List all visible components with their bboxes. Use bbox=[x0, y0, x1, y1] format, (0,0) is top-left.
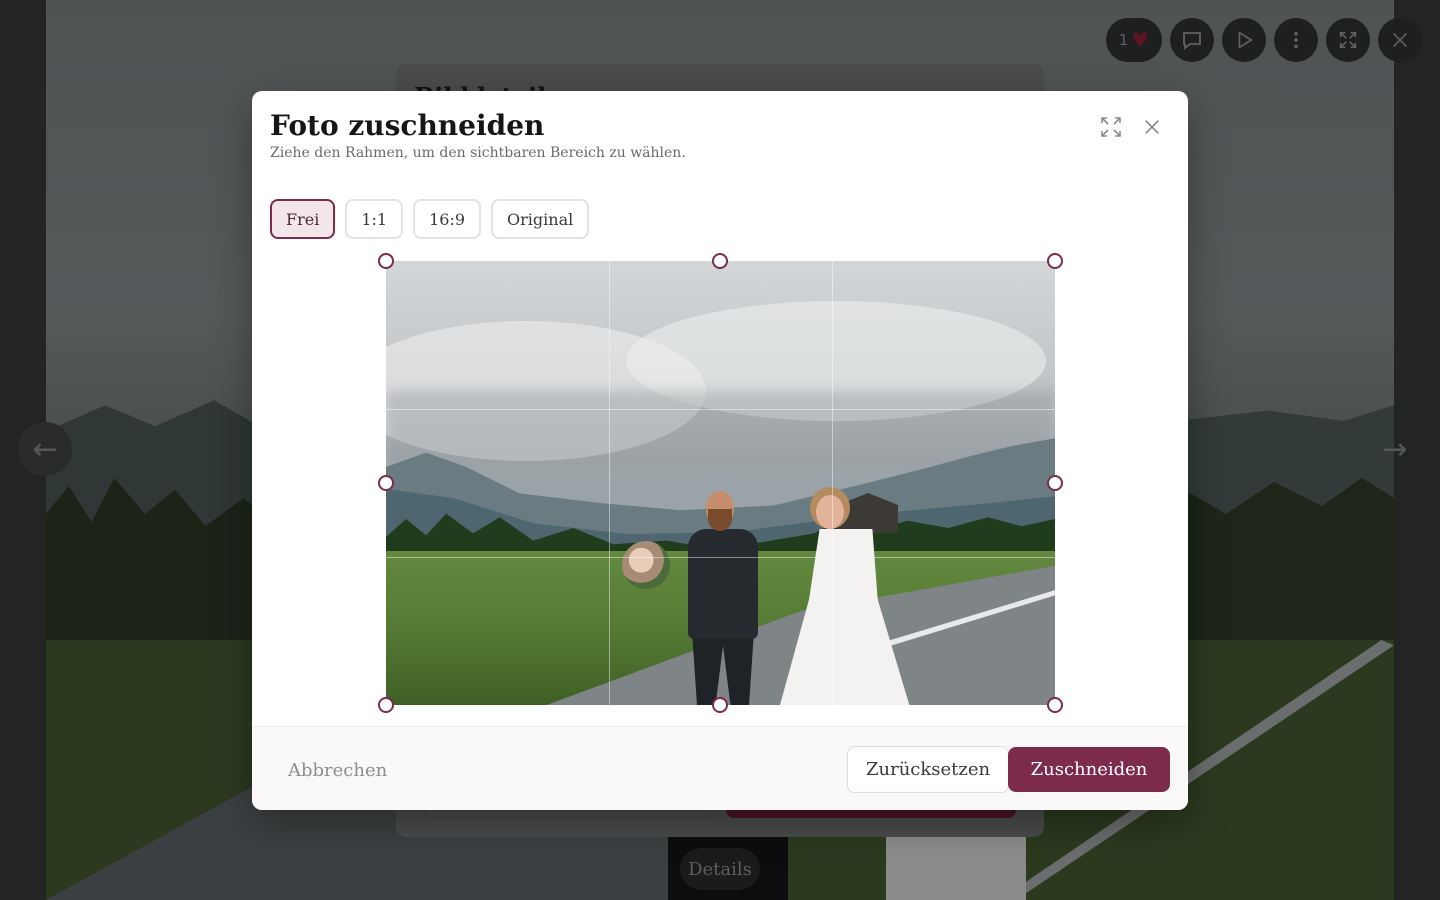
arrow-left-icon: ← bbox=[32, 431, 58, 467]
crop-photo bbox=[386, 261, 1055, 705]
comment-icon bbox=[1183, 32, 1201, 50]
crop-handle-bottom-left[interactable] bbox=[378, 697, 394, 713]
expand-icon bbox=[1101, 117, 1121, 137]
reset-button[interactable]: Zurücksetzen bbox=[847, 746, 1010, 793]
lightbox-toolbar: 1 ♥ bbox=[1106, 18, 1422, 62]
ratio-free-button[interactable]: Frei bbox=[270, 199, 336, 239]
expand-icon bbox=[1339, 31, 1357, 49]
close-icon bbox=[1144, 119, 1160, 135]
crop-handle-left[interactable] bbox=[378, 475, 394, 491]
next-photo-button[interactable]: → bbox=[1368, 422, 1422, 476]
dialog-title: Foto zuschneiden bbox=[270, 109, 545, 142]
details-button[interactable]: Details bbox=[680, 848, 760, 890]
dialog-footer: Abbrechen Zurücksetzen Zuschneiden bbox=[252, 726, 1188, 810]
play-icon bbox=[1238, 31, 1253, 49]
crop-handle-bottom-right[interactable] bbox=[1047, 697, 1063, 713]
previous-photo-button[interactable]: ← bbox=[18, 422, 72, 476]
crop-grid-line bbox=[832, 261, 833, 705]
cancel-button[interactable]: Abbrechen bbox=[270, 749, 405, 791]
lightbox-close-button[interactable] bbox=[1378, 18, 1422, 62]
aspect-ratio-selector: Frei 1:1 16:9 Original bbox=[270, 199, 590, 239]
like-count: 1 bbox=[1118, 31, 1129, 49]
dialog-close-button[interactable] bbox=[1136, 111, 1168, 143]
close-icon bbox=[1392, 32, 1408, 48]
crop-handle-top[interactable] bbox=[712, 253, 728, 269]
lightbox-fullscreen-button[interactable] bbox=[1326, 18, 1370, 62]
heart-icon: ♥ bbox=[1131, 28, 1150, 52]
crop-handle-bottom[interactable] bbox=[712, 697, 728, 713]
crop-handle-right[interactable] bbox=[1047, 475, 1063, 491]
ratio-original-button[interactable]: Original bbox=[491, 199, 590, 239]
crop-handle-top-right[interactable] bbox=[1047, 253, 1063, 269]
dialog-fullscreen-button[interactable] bbox=[1095, 111, 1127, 143]
comment-button[interactable] bbox=[1170, 18, 1214, 62]
crop-photo-dialog: Foto zuschneiden Ziehe den Rahmen, um de… bbox=[252, 91, 1188, 810]
like-button[interactable]: 1 ♥ bbox=[1106, 18, 1162, 62]
crop-grid-line bbox=[386, 409, 1055, 410]
crop-handle-top-left[interactable] bbox=[378, 253, 394, 269]
crop-area[interactable] bbox=[378, 253, 1063, 713]
crop-grid-line bbox=[609, 261, 610, 705]
ratio-16-9-button[interactable]: 16:9 bbox=[413, 199, 482, 239]
arrow-right-icon: → bbox=[1382, 431, 1408, 467]
dialog-subtitle: Ziehe den Rahmen, um den sichtbaren Bere… bbox=[270, 145, 686, 161]
crop-apply-button[interactable]: Zuschneiden bbox=[1008, 747, 1170, 792]
crop-grid-line bbox=[386, 557, 1055, 558]
more-button[interactable] bbox=[1274, 18, 1318, 62]
ratio-1-1-button[interactable]: 1:1 bbox=[345, 199, 404, 239]
more-vertical-icon bbox=[1294, 31, 1298, 49]
slideshow-button[interactable] bbox=[1222, 18, 1266, 62]
